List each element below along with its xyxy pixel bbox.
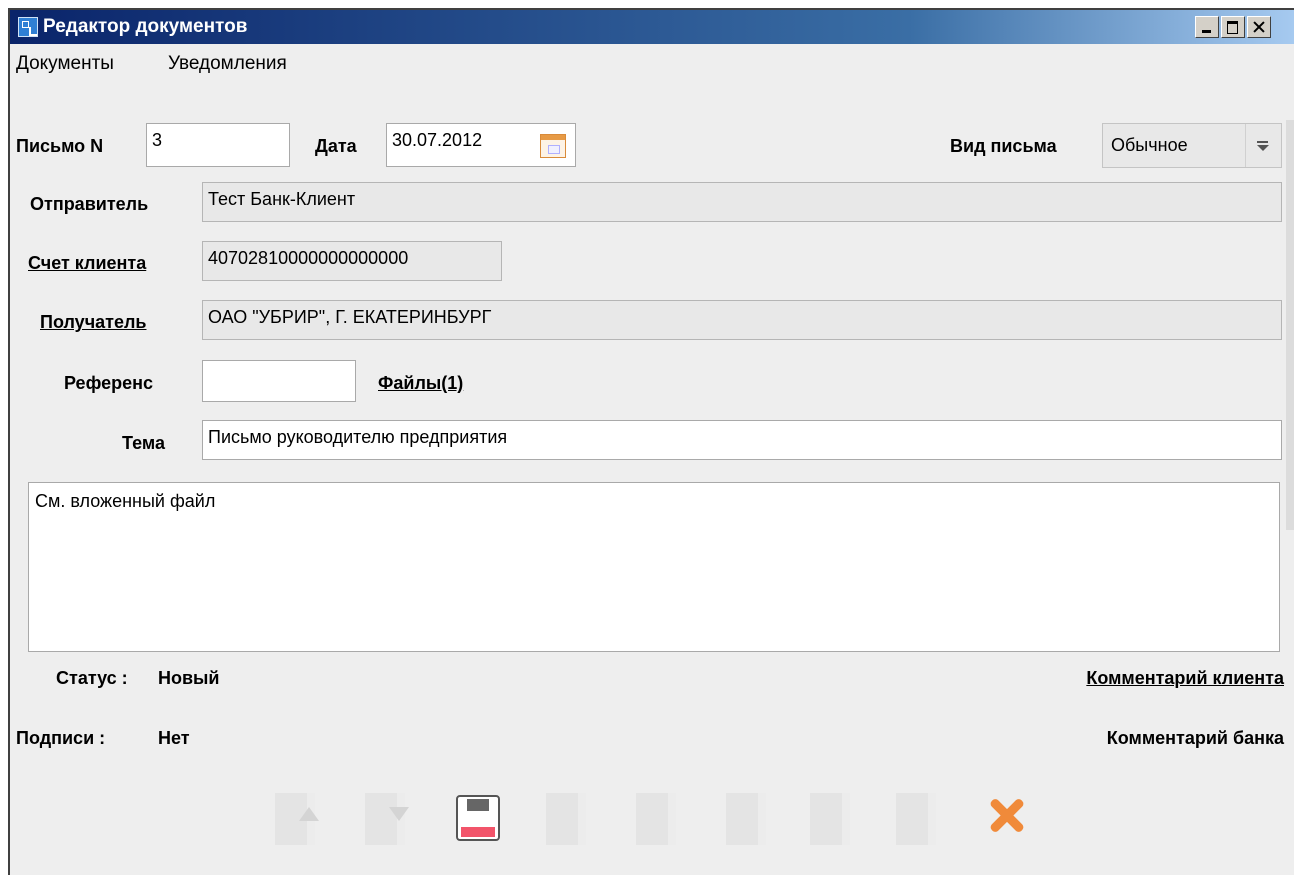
delete-icon[interactable] [896, 793, 936, 845]
letter-kind-label: Вид письма [950, 136, 1057, 156]
calendar-icon[interactable] [540, 134, 566, 158]
recipient-link[interactable]: Получатель [40, 312, 146, 333]
menu-notifications[interactable]: Уведомления [168, 53, 287, 75]
date-label: Дата [315, 136, 357, 156]
sender-field: Тест Банк-Клиент [202, 182, 1282, 222]
bank-comment-label: Комментарий банка [1106, 728, 1284, 748]
status-value: Новый [158, 668, 220, 688]
client-account-field: 40702810000000000000 [202, 241, 502, 281]
menu-bar: Документы Уведомления [10, 44, 1294, 84]
close-icon[interactable] [986, 793, 1026, 845]
close-window-button[interactable] [1247, 16, 1271, 38]
chevron-down-icon[interactable] [1245, 124, 1282, 167]
minimize-button[interactable] [1195, 16, 1219, 38]
sender-label: Отправитель [30, 194, 149, 214]
menu-documents[interactable]: Документы [16, 53, 114, 75]
files-link[interactable]: Файлы(1) [378, 373, 463, 394]
letter-kind-value: Обычное [1111, 135, 1188, 155]
window-title: Редактор документов [43, 16, 248, 37]
subject-label: Тема [122, 433, 165, 453]
letter-kind-select[interactable]: Обычное [1102, 123, 1282, 168]
export-icon[interactable] [365, 793, 409, 845]
maximize-button[interactable] [1221, 16, 1245, 38]
app-icon [18, 17, 38, 37]
letter-number-label: Письмо N [16, 136, 104, 156]
client-account-link[interactable]: Счет клиента [28, 253, 146, 274]
print-icon[interactable] [810, 793, 850, 845]
template-icon[interactable] [546, 793, 586, 845]
vertical-scrollbar[interactable] [1286, 120, 1294, 530]
subject-field[interactable]: Письмо руководителю предприятия [202, 420, 1282, 460]
recipient-field: ОАО "УБРИР", Г. ЕКАТЕРИНБУРГ [202, 300, 1282, 340]
reference-field[interactable] [202, 360, 356, 402]
title-bar[interactable]: Редактор документов [10, 10, 1294, 44]
signatures-label: Подписи : [16, 728, 106, 748]
status-label: Статус : [56, 668, 128, 688]
letter-body-textarea[interactable]: См. вложенный файл [28, 482, 1280, 652]
letter-number-field[interactable]: 3 [146, 123, 290, 167]
reference-label: Референс [64, 373, 153, 393]
import-icon[interactable] [275, 793, 319, 845]
save-icon[interactable] [456, 795, 500, 841]
signatures-value: Нет [158, 728, 190, 748]
client-comment-link[interactable]: Комментарий клиента [1086, 668, 1284, 689]
sign-icon[interactable] [636, 793, 676, 845]
copy-icon[interactable] [726, 793, 766, 845]
document-editor-window: Редактор документов Документы Уведомлени… [8, 8, 1294, 875]
